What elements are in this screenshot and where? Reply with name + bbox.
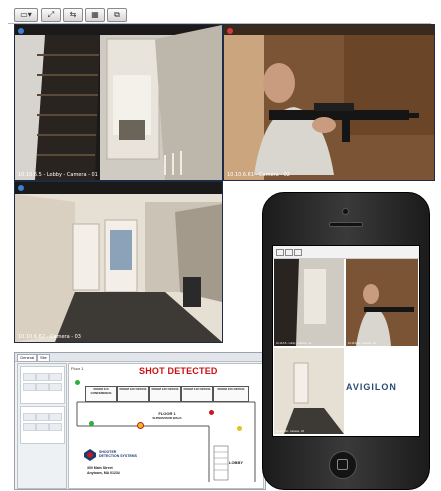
- address-line1: 300 Main Street: [87, 466, 113, 470]
- phone-camera-tile-02[interactable]: 10.10.6.61 - Camera - 02: [346, 259, 418, 346]
- camera-feed-stairway: [15, 25, 222, 180]
- camera-feed-room: [15, 182, 222, 342]
- home-icon: [337, 459, 348, 470]
- sidebar-panel[interactable]: [20, 406, 65, 444]
- grid-icon[interactable]: ▦: [85, 8, 105, 22]
- floorplan-canvas[interactable]: Floor 1 SHOT DETECTED ROOM 110 CONFERENC…: [68, 363, 264, 489]
- popout-icon[interactable]: ⧉: [107, 8, 127, 22]
- phone-camera-tile-01[interactable]: 10.10.6.5 - Lobby - Camera - 01: [274, 259, 344, 346]
- camera-status-icon: [18, 185, 24, 191]
- phone-camera-icon: [342, 208, 349, 215]
- tab-site[interactable]: Site: [37, 354, 50, 362]
- alert-status-icon: [227, 28, 233, 34]
- sensor-green-icon[interactable]: [75, 380, 80, 385]
- camera-toolbar: ▭▾ ⤢ ⇆ ▦ ⧉: [8, 6, 431, 24]
- phone-speaker-icon: [329, 222, 363, 227]
- layout-icon[interactable]: ▭▾: [14, 8, 38, 22]
- camera-tile-01[interactable]: 10.10.6.5 - Lobby - Camera - 01: [14, 24, 223, 181]
- phone-camera-label: 10.10.6.62 - Camera - 03: [276, 430, 304, 433]
- camera-tile-03[interactable]: 10.10.6.62 - Camera - 03: [14, 181, 223, 343]
- camera-label: 10.10.6.61 - Camera - 02: [227, 172, 290, 178]
- phone-toolbar: [273, 246, 419, 259]
- phone-camera-label: 10.10.6.5 - Lobby - Camera - 01: [276, 342, 312, 345]
- phone-camera-tile-03[interactable]: 10.10.6.62 - Camera - 03: [274, 348, 344, 434]
- floorplan-sidebar: [17, 363, 67, 489]
- sensor-red-icon[interactable]: [209, 410, 214, 415]
- camera-label: 10.10.6.5 - Lobby - Camera - 01: [18, 172, 98, 178]
- sensor-yellow-icon[interactable]: [237, 426, 242, 431]
- floorplan-window: General Site Floor 1 SHOT DETECTED ROOM …: [14, 352, 266, 490]
- avigilon-logo: AVIGILON: [346, 382, 397, 392]
- camera-feed-person: [224, 25, 434, 180]
- sidebar-panel[interactable]: [20, 366, 65, 404]
- shot-location-icon[interactable]: [137, 422, 144, 429]
- fullscreen-icon[interactable]: ⤢: [41, 8, 61, 22]
- company-name: SHOOTER DETECTION SYSTEMS: [99, 450, 137, 458]
- camera-tile-02[interactable]: 10.10.6.61 - Camera - 02: [223, 24, 435, 181]
- phone-screen: 10.10.6.5 - Lobby - Camera - 01 10.10.6.…: [272, 245, 420, 437]
- phone-camera-label: 10.10.6.61 - Camera - 02: [348, 342, 376, 345]
- swap-icon[interactable]: ⇆: [63, 8, 83, 22]
- camera-status-icon: [18, 28, 24, 34]
- lobby-label: LOBBY: [229, 460, 243, 465]
- camera-label: 10.10.6.62 - Camera - 03: [18, 334, 81, 340]
- address-line2: Anytown, MA 01234: [87, 471, 120, 475]
- tab-general[interactable]: General: [17, 354, 38, 362]
- sds-logo-icon: [84, 449, 96, 461]
- floor-subtitle: SUPERVISOR WALK: [152, 416, 182, 420]
- sensor-green-icon[interactable]: [89, 421, 94, 426]
- floorplan-tab-bar: General Site: [15, 353, 265, 362]
